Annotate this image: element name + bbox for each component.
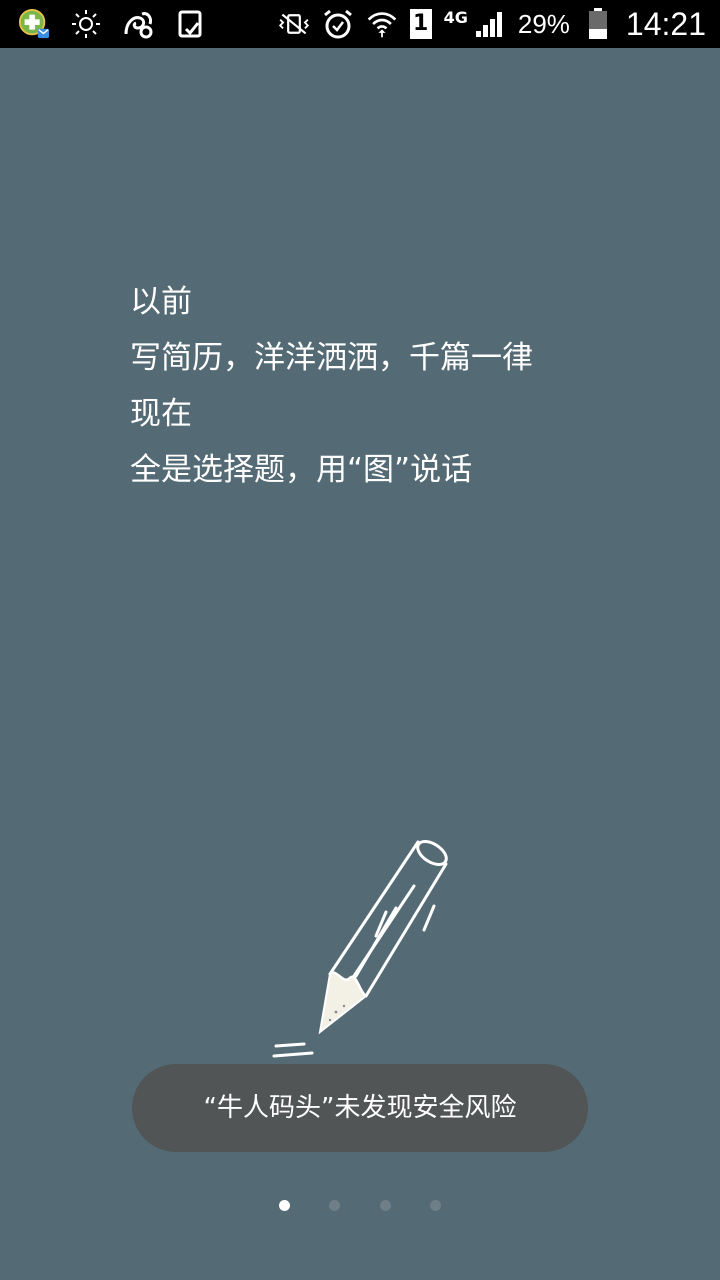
page-dot-2[interactable] xyxy=(329,1200,340,1211)
onboarding-screen: 1 4G 29% 14:21 以前 写简历，洋洋洒洒，千篇一律 现在 全是选择题… xyxy=(0,0,720,1280)
page-dot-4[interactable] xyxy=(430,1200,441,1211)
sim-1-icon: 1 xyxy=(409,9,432,39)
status-bar-left xyxy=(18,6,206,42)
clock: 14:21 xyxy=(625,5,706,42)
security-toast: “牛人码头”未发现安全风险 xyxy=(132,1064,588,1152)
pencil-icon xyxy=(264,836,464,1066)
intro-text: 以前 写简历，洋洋洒洒，千篇一律 现在 全是选择题，用“图”说话 xyxy=(130,274,690,498)
intro-line-now: 现在 xyxy=(130,396,192,432)
clipboard-check-icon xyxy=(174,8,206,40)
battery-percent: 29% xyxy=(517,8,570,39)
battery-icon xyxy=(582,8,614,40)
intro-line-choice: 全是选择题，用“图”说话 xyxy=(130,452,473,488)
network-type-label: 4G xyxy=(443,7,468,27)
page-dot-1[interactable] xyxy=(279,1200,290,1211)
page-dot-3[interactable] xyxy=(380,1200,391,1211)
wifi-icon xyxy=(366,8,398,40)
uc-browser-icon xyxy=(122,8,154,40)
signal-icon xyxy=(474,8,506,40)
app-notification-icon xyxy=(18,8,50,40)
brightness-icon xyxy=(70,8,102,40)
vibrate-icon xyxy=(278,8,310,40)
page-indicator xyxy=(0,1199,720,1213)
status-bar-right: 1 4G 29% 14:21 xyxy=(278,0,706,48)
intro-line-old-resume: 写简历，洋洋洒洒，千篇一律 xyxy=(130,340,533,376)
intro-line-before: 以前 xyxy=(130,284,192,320)
status-bar: 1 4G 29% 14:21 xyxy=(0,0,720,48)
alarm-icon xyxy=(322,8,354,40)
